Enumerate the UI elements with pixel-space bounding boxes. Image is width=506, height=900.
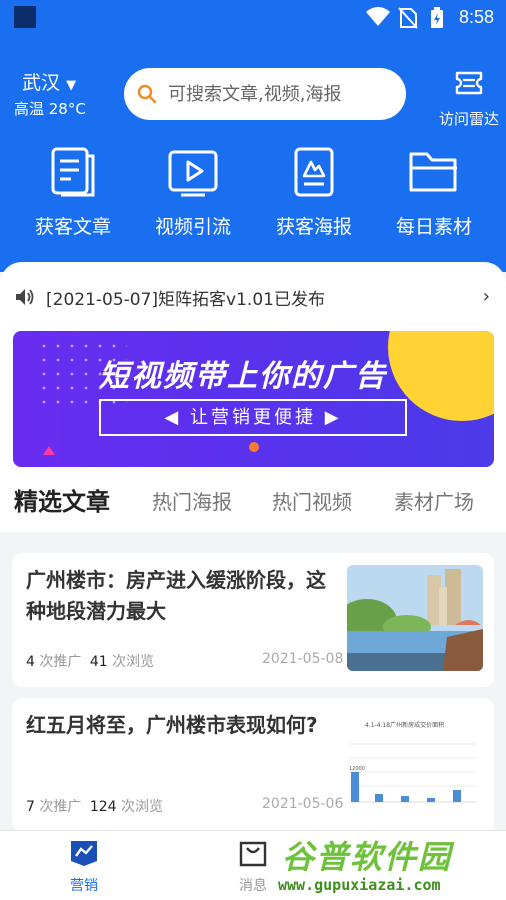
chevron-right-icon: › — [482, 286, 490, 307]
article-stats: 4 次推广 41 次浏览 — [26, 651, 154, 671]
search-icon — [137, 84, 157, 104]
article-title: 广州楼市：房产进入缓涨阶段，这种地段潜力最大 — [26, 568, 326, 623]
content-tabs: 精选文章 热门海报 热门视频 素材广场 — [0, 486, 506, 530]
tab-featured-articles[interactable]: 精选文章 — [14, 482, 110, 519]
banner-subtitle: ◀ 让营销更便捷 ▶ — [99, 399, 407, 436]
tab-hot-videos[interactable]: 热门视频 — [272, 486, 352, 515]
shortcut-material[interactable]: 每日素材 — [379, 146, 489, 239]
shortcut-poster-label: 获客海报 — [275, 216, 352, 238]
watermark-url: www.gupuxiazai.com — [278, 876, 441, 894]
header: 武汉 ▼ 高温 28°C 访问雷达 获客文章 视频引流 获客海报 每日素材 — [0, 36, 506, 272]
visit-radar-button[interactable]: 访问雷达 — [432, 70, 506, 129]
shortcut-article[interactable]: 获客文章 — [18, 146, 128, 239]
watermark: 谷普软件园 www.gupuxiazai.com — [278, 830, 506, 900]
article-stats: 7 次推广 124 次浏览 — [26, 796, 163, 816]
search-bar[interactable] — [124, 68, 406, 120]
weather-text: 高温 28°C — [14, 100, 86, 118]
view-count: 124 — [89, 799, 117, 815]
speaker-icon — [16, 289, 34, 305]
article-thumbnail — [347, 565, 483, 671]
city-selector[interactable]: 武汉 ▼ — [22, 68, 76, 95]
article-card[interactable]: 广州楼市：房产进入缓涨阶段，这种地段潜力最大 4 次推广 41 次浏览 2021… — [12, 553, 494, 687]
view-count-label: 次浏览 — [121, 799, 164, 815]
no-sim-icon — [398, 7, 418, 29]
article-date: 2021-05-06 — [262, 796, 344, 812]
shortcut-article-label: 获客文章 — [34, 216, 111, 238]
share-count-label: 次推广 — [39, 654, 82, 670]
radar-ticket-icon — [455, 71, 483, 95]
shortcut-video-label: 视频引流 — [154, 216, 231, 238]
view-count-label: 次浏览 — [112, 654, 155, 670]
shopping-bag-icon — [239, 841, 267, 867]
app-notification-icon — [14, 6, 36, 28]
banner-triangle-decoration — [43, 446, 55, 455]
video-icon — [168, 150, 218, 197]
clock: 8:58 — [458, 7, 494, 27]
caret-down-icon: ▼ — [66, 78, 77, 93]
banner-title: 短视频带上你的广告 — [99, 359, 387, 394]
shortcut-video[interactable]: 视频引流 — [138, 146, 248, 239]
article-thumbnail: 4.1-4.18广州新房成交价面积 12000 — [347, 710, 483, 816]
radar-label: 访问雷达 — [438, 110, 499, 128]
poster-icon — [294, 147, 334, 197]
nav-marketing[interactable]: 营销 — [44, 839, 124, 895]
tab-hot-posters[interactable]: 热门海报 — [152, 486, 232, 515]
share-count-label: 次推广 — [39, 799, 82, 815]
article-card[interactable]: 红五月将至，广州楼市表现如何? 7 次推广 124 次浏览 2021-05-06… — [12, 698, 494, 832]
city-name: 武汉 — [22, 72, 61, 94]
status-bar: 8:58 — [0, 0, 506, 36]
watermark-name: 谷普软件园 — [282, 838, 453, 876]
article-date: 2021-05-08 — [262, 651, 344, 667]
marketing-icon — [71, 841, 97, 866]
shortcut-grid: 获客文章 视频引流 获客海报 每日素材 — [0, 146, 506, 256]
shortcut-poster[interactable]: 获客海报 — [259, 146, 369, 239]
nav-marketing-label: 营销 — [70, 878, 98, 894]
share-count: 7 — [26, 799, 35, 815]
article-title: 红五月将至，广州楼市表现如何? — [26, 713, 318, 737]
article-icon — [51, 147, 95, 197]
view-count: 41 — [89, 654, 108, 670]
share-count: 4 — [26, 654, 35, 670]
shortcut-material-label: 每日素材 — [395, 216, 472, 238]
tab-material-square[interactable]: 素材广场 — [394, 486, 474, 515]
notice-text: [2021-05-07]矩阵拓客v1.01已发布 — [46, 290, 325, 310]
battery-charging-icon — [431, 7, 443, 28]
search-input[interactable] — [168, 78, 388, 110]
wifi-icon — [366, 7, 390, 27]
notice-bar[interactable]: [2021-05-07]矩阵拓客v1.01已发布 › — [14, 284, 492, 310]
promo-banner[interactable]: 短视频带上你的广告 ◀ 让营销更便捷 ▶ — [13, 331, 494, 467]
banner-pager-dot[interactable] — [249, 442, 259, 452]
folder-icon — [409, 152, 457, 192]
